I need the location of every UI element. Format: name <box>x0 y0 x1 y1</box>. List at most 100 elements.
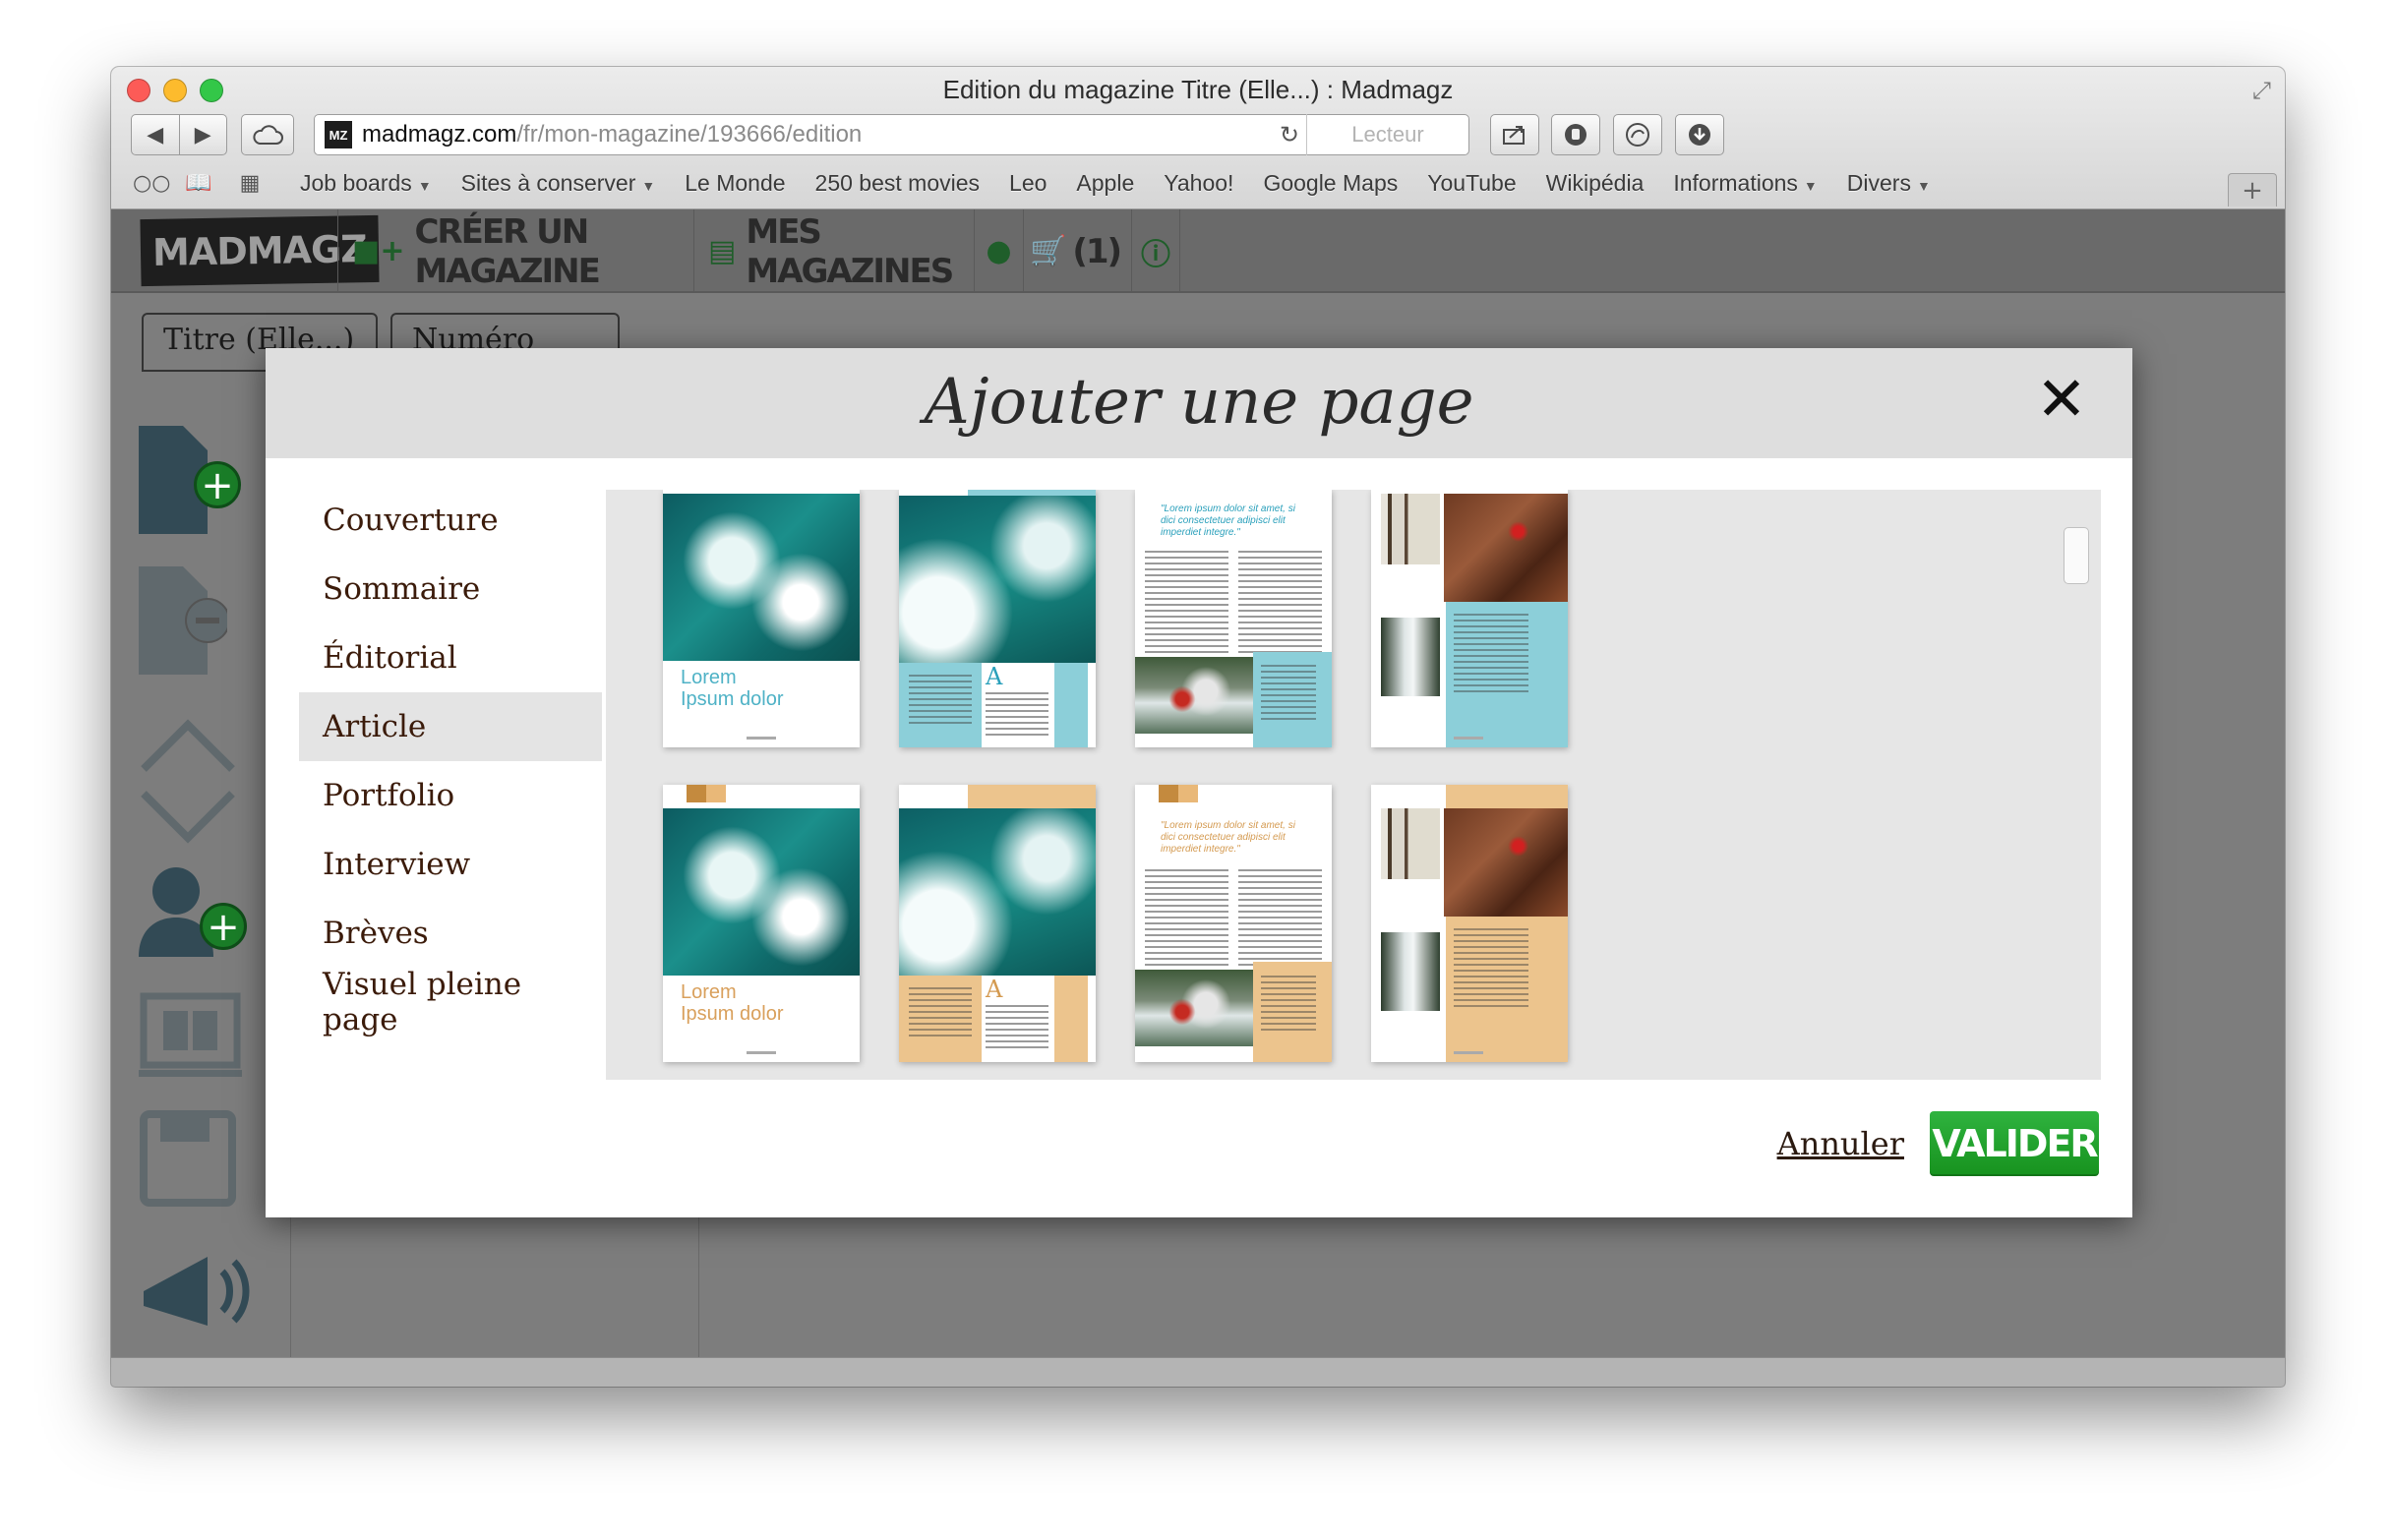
dropdown-arrow-icon: ▼ <box>1916 177 1931 194</box>
pull-quote: "Lorem ipsum dolor sit amet, si dici con… <box>1161 820 1295 855</box>
template-thumbnail[interactable]: "Lorem ipsum dolor sit amet, si dici con… <box>1135 785 1332 1062</box>
preview-tool[interactable] <box>139 991 247 1094</box>
icloud-tabs-button[interactable] <box>241 114 294 155</box>
template-headline: Lorem Ipsum dolor <box>681 981 784 1025</box>
bookmark-label: Divers <box>1846 169 1911 196</box>
url-domain: madmagz.com <box>362 121 517 148</box>
cart-count: (1) <box>1072 231 1122 271</box>
color-band <box>1054 663 1088 747</box>
category-item[interactable]: Brèves <box>299 899 602 968</box>
extension-button[interactable] <box>1551 114 1600 155</box>
template-thumbnail[interactable]: Lorem Ipsum dolor <box>663 785 860 1062</box>
category-item[interactable]: Sommaire <box>299 555 602 623</box>
bookmark-item[interactable]: Leo <box>1009 170 1047 197</box>
bookmark-item[interactable]: Informations ▼ <box>1673 170 1817 197</box>
back-button[interactable]: ◀ <box>132 123 179 148</box>
nav-my-magazines[interactable]: ▤ MES MAGAZINES <box>693 209 974 293</box>
category-item[interactable]: Portfolio <box>299 761 602 830</box>
share-icon <box>1503 126 1525 145</box>
trees-photo <box>1381 808 1440 879</box>
climbing-photo <box>1444 494 1568 602</box>
status-bar <box>111 1357 2285 1387</box>
cancel-link[interactable]: Annuler <box>1777 1125 1904 1162</box>
add-page-tool[interactable]: + <box>139 426 241 548</box>
gallery-scrollbar[interactable] <box>2064 527 2089 584</box>
bookmark-item[interactable]: YouTube <box>1427 170 1516 197</box>
trees-photo <box>1381 494 1440 564</box>
bookmark-label: Informations <box>1673 169 1798 196</box>
bookmark-item[interactable]: Le Monde <box>685 170 785 197</box>
bookmark-label: Job boards <box>300 169 412 196</box>
evernote-button[interactable] <box>1613 114 1662 155</box>
category-item[interactable]: Visuel pleine page <box>299 967 602 1037</box>
remove-page-tool[interactable] <box>139 566 230 688</box>
fullscreen-icon[interactable]: ⤢ <box>2252 77 2271 104</box>
surf-photo <box>899 808 1096 976</box>
plus-badge-icon: + <box>200 903 247 950</box>
template-thumbnail[interactable]: Lorem Ipsum dolor <box>663 490 860 747</box>
bookmarks-book-icon[interactable]: 📖 <box>184 171 213 196</box>
bookmark-item[interactable]: Sites à conserver ▼ <box>461 170 656 197</box>
validate-button[interactable]: VALIDER <box>1930 1111 2099 1176</box>
nav-account[interactable]: ● <box>974 209 1023 293</box>
text-block <box>1261 665 1316 724</box>
reload-icon[interactable]: ↻ <box>1280 121 1299 149</box>
info-icon: ⓘ <box>1141 237 1170 272</box>
bookmark-item[interactable]: Wikipédia <box>1546 170 1645 197</box>
signature-line <box>1454 737 1483 740</box>
template-thumbnail[interactable] <box>1371 490 1568 747</box>
template-thumbnail[interactable]: "Lorem ipsum dolor sit amet, si dici con… <box>1135 490 1332 747</box>
template-thumbnail[interactable]: A <box>899 785 1096 1062</box>
bookmark-item[interactable]: 250 best movies <box>815 170 980 197</box>
top-sites-grid-icon[interactable]: ▦ <box>235 171 265 196</box>
nav-info[interactable]: ⓘ <box>1131 209 1180 293</box>
bookmark-item[interactable]: Divers ▼ <box>1847 170 1931 197</box>
headline-line-1: Lorem <box>681 981 737 1003</box>
waterfall-photo <box>1381 932 1440 1011</box>
surf-photo <box>663 808 860 976</box>
bookmark-item[interactable]: Job boards ▼ <box>300 170 432 197</box>
move-down-tool[interactable] <box>139 775 237 861</box>
color-band <box>1446 785 1568 808</box>
bookmark-item[interactable]: Google Maps <box>1263 170 1398 197</box>
category-item[interactable]: Couverture <box>299 486 602 555</box>
address-bar[interactable]: MZ madmagz.com /fr/mon-magazine/193666/e… <box>314 114 1469 155</box>
publish-tool[interactable] <box>139 1237 257 1359</box>
new-tab-button[interactable]: + <box>2228 173 2277 207</box>
bookmark-item[interactable]: Apple <box>1076 170 1134 197</box>
evernote-icon <box>1626 123 1649 147</box>
category-item-active[interactable]: Article <box>299 692 602 761</box>
signature-line <box>747 1051 776 1054</box>
surf-photo <box>663 494 860 661</box>
reader-button[interactable]: Lecteur <box>1306 114 1468 155</box>
modal-footer: Annuler VALIDER <box>266 1080 2132 1217</box>
camera-plus-icon: ■+ <box>352 234 405 268</box>
nav-cart[interactable]: 🛒 (1) <box>1023 209 1131 293</box>
magazines-icon: ▤ <box>708 234 737 268</box>
megaphone-icon <box>144 1257 250 1326</box>
forward-button[interactable]: ▶ <box>180 123 227 148</box>
category-item[interactable]: Éditorial <box>299 623 602 692</box>
url-path: /fr/mon-magazine/193666/edition <box>516 121 863 148</box>
add-collaborator-tool[interactable]: + <box>139 863 247 976</box>
reading-list-icon[interactable]: ○○ <box>133 171 170 196</box>
bookmark-label: Sites à conserver <box>460 169 636 196</box>
page-remove-icon <box>139 566 230 675</box>
bookmark-item[interactable]: Yahoo! <box>1164 170 1233 197</box>
text-block <box>1145 869 1228 968</box>
category-item[interactable]: Interview <box>299 830 602 899</box>
template-thumbnail[interactable] <box>1371 785 1568 1062</box>
dropdown-arrow-icon: ▼ <box>641 177 656 194</box>
template-thumbnail[interactable]: A <box>899 490 1096 747</box>
close-icon[interactable]: ✕ <box>2032 369 2091 430</box>
modal-header: Ajouter une page ✕ <box>266 348 2132 458</box>
color-band <box>1054 976 1088 1062</box>
share-button[interactable] <box>1490 114 1539 155</box>
save-tool[interactable] <box>139 1109 237 1221</box>
text-block <box>1454 614 1528 692</box>
downloads-button[interactable] <box>1675 114 1724 155</box>
nav-create-magazine[interactable]: ■+ CRÉER UN MAGAZINE <box>337 209 693 293</box>
plus-badge-icon: + <box>194 461 241 508</box>
download-icon <box>1689 124 1710 146</box>
bookmarks-bar: ○○ 📖 ▦ Job boards ▼ Sites à conserver ▼ Le… <box>111 163 2285 203</box>
